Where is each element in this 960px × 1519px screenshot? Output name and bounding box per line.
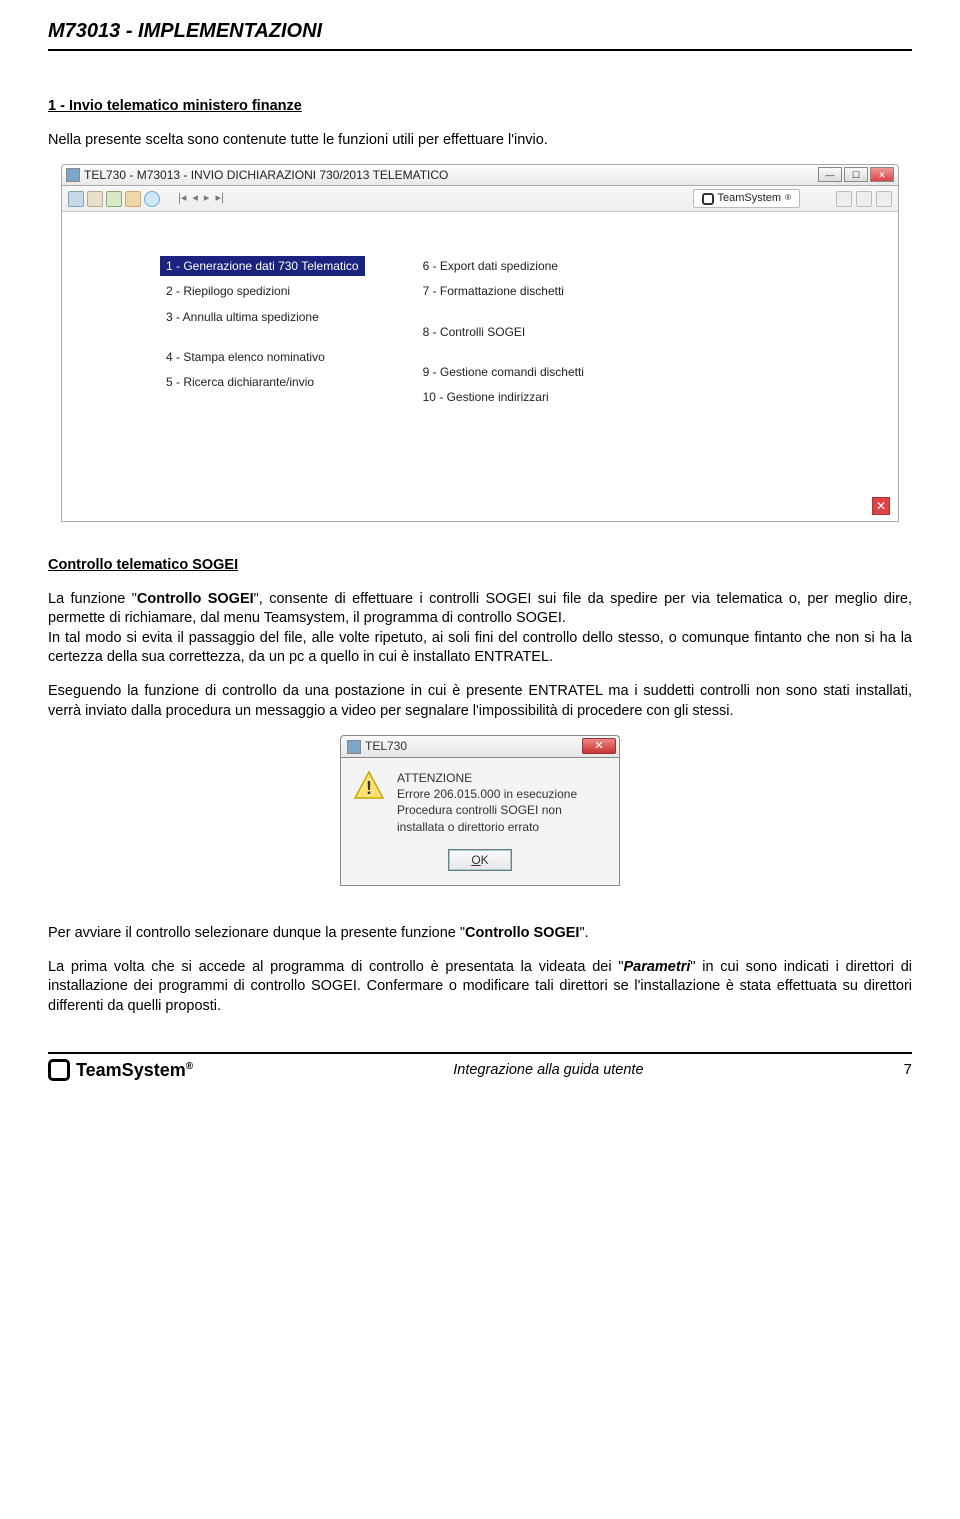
section-2-para-1: La funzione "Controllo SOGEI", consente … [48,590,912,668]
dialog-line-3: installata o direttorio errato [397,819,577,835]
page-footer: TeamSystem® Integrazione alla guida uten… [48,1054,912,1082]
teamsystem-logo-icon [702,193,714,205]
brand-chip: TeamSystem® [693,189,800,208]
dialog-message: ATTENZIONE Errore 206.015.000 in esecuzi… [397,770,577,835]
menu-item-7[interactable]: 7 - Formattazione dischetti [417,281,590,301]
help-icon[interactable] [144,191,160,207]
section-1-title: 1 - Invio telematico ministero finanze [48,97,912,117]
menu-item-2[interactable]: 2 - Riepilogo spedizioni [160,281,365,301]
nav-first-icon[interactable]: |◂ [178,191,186,206]
panel-close-icon[interactable]: ✕ [872,497,890,515]
app-title: TEL730 - M73013 - INVIO DICHIARAZIONI 73… [84,167,448,183]
toolbar-left-group [68,191,160,207]
dialog-close-button[interactable]: ✕ [582,738,616,754]
toolbar-icon-2[interactable] [87,191,103,207]
menu-item-4[interactable]: 4 - Stampa elenco nominativo [160,347,365,367]
section-3-para-2: La prima volta che si accede al programm… [48,958,912,1017]
menu-item-3[interactable]: 3 - Annulla ultima spedizione [160,307,365,327]
window-maximize-button[interactable]: ☐ [844,167,868,182]
brand-chip-label: TeamSystem [718,191,782,206]
dialog-heading: ATTENZIONE [397,770,577,786]
menu-item-10[interactable]: 10 - Gestione indirizzari [417,387,590,407]
menu-item-9[interactable]: 9 - Gestione comandi dischetti [417,362,590,382]
section-3-para-1: Per avviare il controllo selezionare dun… [48,924,912,944]
nav-group: |◂ ◂ ▸ ▸| [178,191,224,206]
warning-icon: ! [353,770,385,802]
section-2-para-2: Eseguendo la funzione di controllo da un… [48,682,912,721]
nav-next-icon[interactable]: ▸ [204,191,210,206]
toolbar-icon-1[interactable] [68,191,84,207]
menu-item-6[interactable]: 6 - Export dati spedizione [417,256,590,276]
app-toolbar: |◂ ◂ ▸ ▸| TeamSystem® [61,186,899,212]
dialog-window: TEL730 ✕ ! ATTENZIONE Errore 206.015.000… [340,735,620,886]
menu-column-left: 1 - Generazione dati 730 Telematico 2 - … [160,256,365,407]
toolbar-icon-3[interactable] [106,191,122,207]
nav-last-icon[interactable]: ▸| [215,191,223,206]
toolbar-right-icon-3[interactable] [876,191,892,207]
app-window: TEL730 - M73013 - INVIO DICHIARAZIONI 73… [61,164,899,522]
toolbar-right-icon-2[interactable] [856,191,872,207]
menu-column-right: 6 - Export dati spedizione 7 - Formattaz… [417,256,590,407]
menu-item-1[interactable]: 1 - Generazione dati 730 Telematico [160,256,365,276]
toolbar-right-icon-1[interactable] [836,191,852,207]
menu-item-5[interactable]: 5 - Ricerca dichiarante/invio [160,372,365,392]
footer-page-number: 7 [904,1060,912,1080]
dialog-title: TEL730 [365,738,407,754]
menu-item-8[interactable]: 8 - Controlli SOGEI [417,322,590,342]
svg-text:!: ! [366,778,372,798]
section-1-intro: Nella presente scelta sono contenute tut… [48,131,912,151]
window-controls: — ☐ ✕ [818,167,894,182]
nav-prev-icon[interactable]: ◂ [192,191,198,206]
window-minimize-button[interactable]: — [818,167,842,182]
dialog-ok-button[interactable]: OK [448,849,511,871]
teamsystem-logo-icon [48,1059,70,1081]
print-icon[interactable] [125,191,141,207]
dialog-titlebar: TEL730 ✕ [340,735,620,757]
footer-brand: TeamSystem® [48,1058,193,1082]
app-icon [66,168,80,182]
dialog-body: ! ATTENZIONE Errore 206.015.000 in esecu… [340,757,620,886]
toolbar-right-group [836,191,892,207]
app-body: 1 - Generazione dati 730 Telematico 2 - … [61,212,899,522]
window-close-button[interactable]: ✕ [870,167,894,182]
section-2-title: Controllo telematico SOGEI [48,556,912,576]
dialog-app-icon [347,740,361,754]
footer-center-text: Integrazione alla guida utente [453,1061,643,1081]
dialog-line-2: Procedura controlli SOGEI non [397,802,577,818]
app-titlebar: TEL730 - M73013 - INVIO DICHIARAZIONI 73… [61,164,899,186]
document-title: M73013 - IMPLEMENTAZIONI [48,18,912,45]
dialog-line-1: Errore 206.015.000 in esecuzione [397,786,577,802]
title-rule [48,49,912,51]
menu-columns: 1 - Generazione dati 730 Telematico 2 - … [82,256,878,407]
